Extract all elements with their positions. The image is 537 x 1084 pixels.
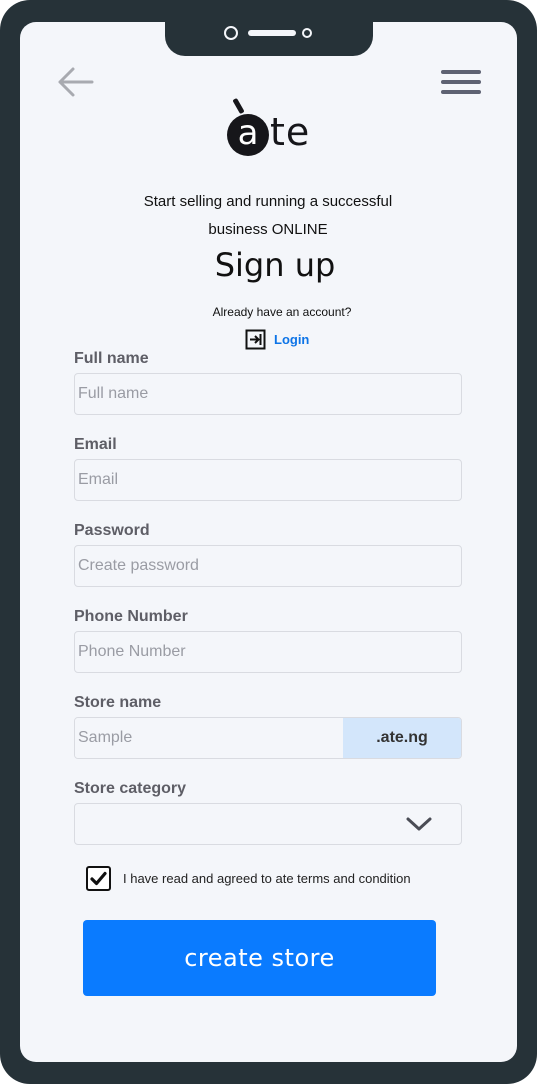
full-name-label: Full name <box>74 350 149 367</box>
store-category-label: Store category <box>74 780 187 797</box>
chevron-down-icon <box>406 817 432 831</box>
brand-logo: a te <box>226 97 316 162</box>
login-link[interactable]: Login <box>245 328 309 350</box>
phone-notch <box>165 22 373 56</box>
full-name-input[interactable] <box>74 373 462 415</box>
menu-button[interactable] <box>441 70 481 94</box>
hamburger-menu-icon <box>441 70 481 74</box>
store-name-group: .ate.ng <box>74 717 462 759</box>
login-icon <box>245 329 266 349</box>
logo-accent-mark <box>232 97 245 115</box>
store-name-input[interactable] <box>75 718 343 758</box>
phone-label: Phone Number <box>74 608 188 625</box>
tagline: Start selling and running a successful b… <box>108 188 428 244</box>
page-title: Sign up <box>214 246 336 284</box>
login-label: Login <box>274 331 310 347</box>
store-domain-suffix: .ate.ng <box>343 718 461 758</box>
checkmark-icon <box>90 871 107 886</box>
email-label: Email <box>74 436 117 453</box>
speaker-grille <box>248 30 296 36</box>
already-account-text: Already have an account? <box>212 305 352 319</box>
screen <box>20 22 517 1062</box>
logo-letter: a <box>227 114 269 156</box>
phone-input[interactable] <box>74 631 462 673</box>
logo-text: te <box>270 110 311 154</box>
terms-text: I have read and agreed to ate terms and … <box>123 871 411 886</box>
terms-checkbox[interactable] <box>86 866 111 891</box>
tagline-line-2: business ONLINE <box>208 221 328 238</box>
terms-row: I have read and agreed to ate terms and … <box>86 866 411 891</box>
password-label: Password <box>74 522 150 539</box>
password-input[interactable] <box>74 545 462 587</box>
store-category-select[interactable] <box>74 803 462 845</box>
camera-icon <box>224 26 238 40</box>
store-name-label: Store name <box>74 694 162 711</box>
arrow-left-icon <box>58 67 94 97</box>
sensor-icon <box>302 28 312 38</box>
tagline-line-1: Start selling and running a successful <box>143 193 393 210</box>
email-input[interactable] <box>74 459 462 501</box>
create-store-button[interactable]: create store <box>83 920 436 996</box>
back-button[interactable] <box>56 66 94 98</box>
